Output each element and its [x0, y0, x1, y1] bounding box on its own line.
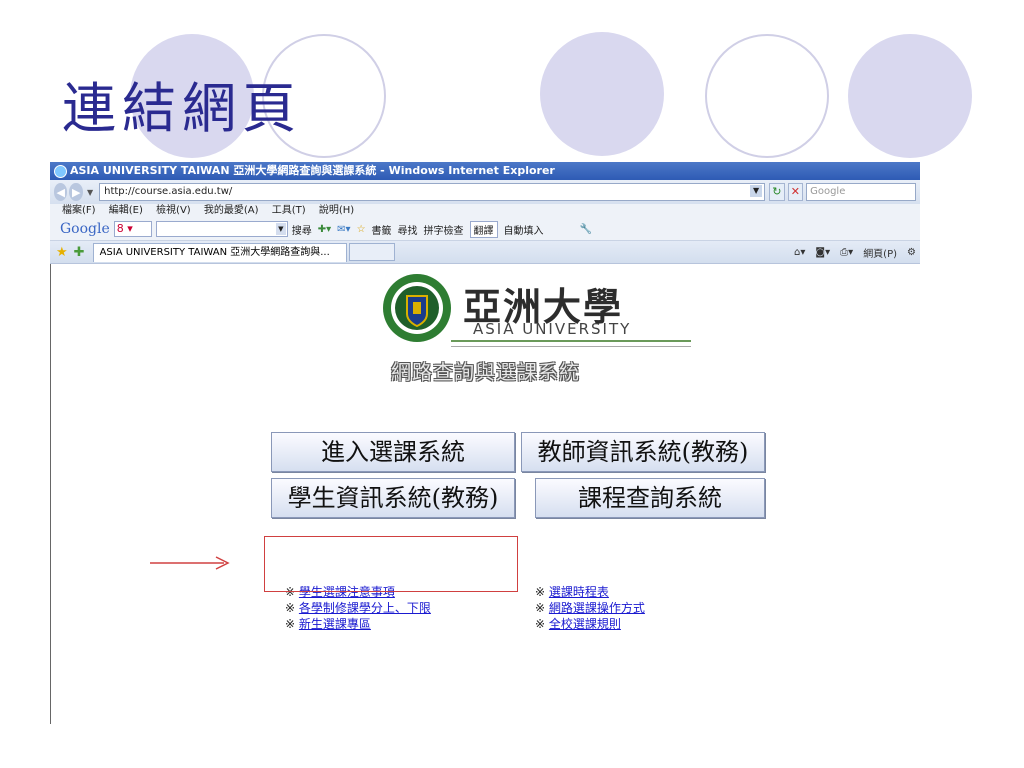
translate-button[interactable]: 翻譯 — [469, 220, 498, 238]
tab-bar: ★ ✚ ASIA UNIVERSITY TAIWAN 亞洲大學網路查詢與... … — [50, 241, 920, 264]
link-schedule[interactable]: 選課時程表 — [549, 585, 609, 599]
decor-circle-4 — [705, 34, 829, 158]
window-title: ASIA UNIVERSITY TAIWAN 亞洲大學網路查詢與選課系統 - W… — [70, 164, 555, 177]
stop-button[interactable]: ✕ — [787, 183, 804, 201]
star-bookmark-icon[interactable]: ☆ — [357, 224, 366, 235]
menu-file[interactable]: 檔案(F) — [62, 205, 96, 216]
google-box[interactable]: 8 ▾ — [113, 221, 152, 237]
ie-icon — [54, 164, 67, 178]
menu-bar: 檔案(F) 編輯(E) 檢視(V) 我的最愛(A) 工具(T) 說明(H) — [50, 204, 920, 218]
home-icon[interactable]: ⌂▾ — [794, 247, 805, 258]
page-menu-button[interactable]: 網頁(P) — [863, 245, 897, 260]
address-bar: ◀ ▶ ▼ http://course.asia.edu.tw/ ▼ ↻ ✕ G… — [50, 180, 920, 204]
logo-divider-thin — [451, 346, 691, 347]
student-info-system-button[interactable]: 學生資訊系統(教務) — [271, 478, 515, 518]
link-credit-limits[interactable]: 各學制修課學分上、下限 — [299, 601, 431, 615]
course-query-system-button[interactable]: 課程查詢系統 — [535, 478, 765, 518]
feeds-icon[interactable]: ◙▾ — [815, 247, 830, 258]
url-input[interactable]: http://course.asia.edu.tw/ ▼ — [99, 183, 766, 201]
list-item: ※ 全校選課規則 — [535, 617, 621, 631]
menu-view[interactable]: 檢視(V) — [156, 205, 191, 216]
tab-asia-university[interactable]: ASIA UNIVERSITY TAIWAN 亞洲大學網路查詢與... — [92, 242, 347, 262]
browser-window: ASIA UNIVERSITY TAIWAN 亞洲大學網路查詢與選課系統 - W… — [50, 162, 920, 732]
menu-help[interactable]: 說明(H) — [319, 205, 354, 216]
mail-icon[interactable]: ✉▾ — [337, 224, 350, 235]
google-search-input[interactable]: ▼ — [155, 221, 288, 237]
google-logo: Google — [60, 221, 110, 237]
browser-titlebar: ASIA UNIVERSITY TAIWAN 亞洲大學網路查詢與選課系統 - W… — [50, 162, 920, 180]
refresh-button[interactable]: ↻ — [769, 183, 785, 201]
url-dropdown-icon[interactable]: ▼ — [750, 185, 763, 197]
annotation-arrow-icon — [150, 556, 230, 570]
new-tab-button[interactable] — [348, 243, 395, 261]
autofill-button[interactable]: 自動填入 — [504, 222, 544, 237]
back-button[interactable]: ◀ — [54, 183, 68, 201]
links-right: ※ 選課時程表 ※ 網路選課操作方式 ※ 全校選課規則 — [535, 584, 645, 632]
link-freshman-area[interactable]: 新生選課專區 — [299, 617, 371, 631]
add-favorites-icon[interactable]: ✚ — [74, 245, 85, 260]
spellcheck-button[interactable]: 拼字檢查 — [424, 222, 464, 237]
slide-title: 連結網頁 — [62, 77, 302, 140]
favorites-star-icon[interactable]: ★ — [56, 245, 68, 260]
tab-title: ASIA UNIVERSITY TAIWAN 亞洲大學網路查詢與... — [99, 246, 330, 258]
university-seal-icon — [383, 274, 451, 342]
highlight-box — [264, 536, 518, 592]
menu-edit[interactable]: 編輯(E) — [109, 205, 143, 216]
logo-english-name: ASIA UNIVERSITY — [473, 320, 632, 338]
google-toolbar: Google 8 ▾ ▼ 搜尋 ✚▾ ✉▾ ☆ 書籤 尋找 拼字檢查 翻譯 自動… — [50, 218, 920, 241]
web-page: 亞洲大學 ASIA UNIVERSITY 網路查詢與選課系統 進入選課系統 教師… — [50, 264, 920, 724]
settings-wrench-icon[interactable]: 🔧 — [580, 224, 592, 235]
find-button[interactable]: 尋找 — [398, 222, 418, 237]
forward-button[interactable]: ▶ — [69, 183, 83, 201]
list-item: ※ 網路選課操作方式 — [535, 601, 645, 615]
print-icon[interactable]: ⎙▾ — [840, 247, 853, 258]
browser-search-input[interactable]: Google — [806, 183, 916, 201]
system-title: 網路查詢與選課系統 — [391, 360, 580, 384]
plus-icon[interactable]: ✚▾ — [318, 224, 331, 235]
link-how-to[interactable]: 網路選課操作方式 — [549, 601, 645, 615]
decor-circle-3 — [540, 32, 664, 156]
google-dropdown-icon[interactable]: ▼ — [275, 223, 286, 235]
teacher-info-system-button[interactable]: 教師資訊系統(教務) — [521, 432, 765, 472]
command-bar: ⌂▾ ◙▾ ⎙▾ 網頁(P) ⚙ — [784, 245, 916, 260]
history-dropdown-icon[interactable]: ▼ — [87, 188, 93, 197]
list-item: ※ 新生選課專區 — [285, 617, 371, 631]
list-item: ※ 各學制修課學分上、下限 — [285, 601, 431, 615]
menu-favorites[interactable]: 我的最愛(A) — [204, 205, 259, 216]
link-rules[interactable]: 全校選課規則 — [549, 617, 621, 631]
enter-course-system-button[interactable]: 進入選課系統 — [271, 432, 515, 472]
decor-circle-5 — [848, 34, 972, 158]
menu-tools[interactable]: 工具(T) — [272, 205, 306, 216]
url-text: http://course.asia.edu.tw/ — [104, 186, 233, 197]
bookmarks-button[interactable]: 書籤 — [372, 222, 392, 237]
google-search-button[interactable]: 搜尋 — [292, 222, 312, 237]
list-item: ※ 選課時程表 — [535, 585, 609, 599]
university-logo: 亞洲大學 ASIA UNIVERSITY — [381, 272, 691, 348]
logo-divider — [451, 340, 691, 342]
tools-gear-icon[interactable]: ⚙ — [907, 247, 916, 258]
